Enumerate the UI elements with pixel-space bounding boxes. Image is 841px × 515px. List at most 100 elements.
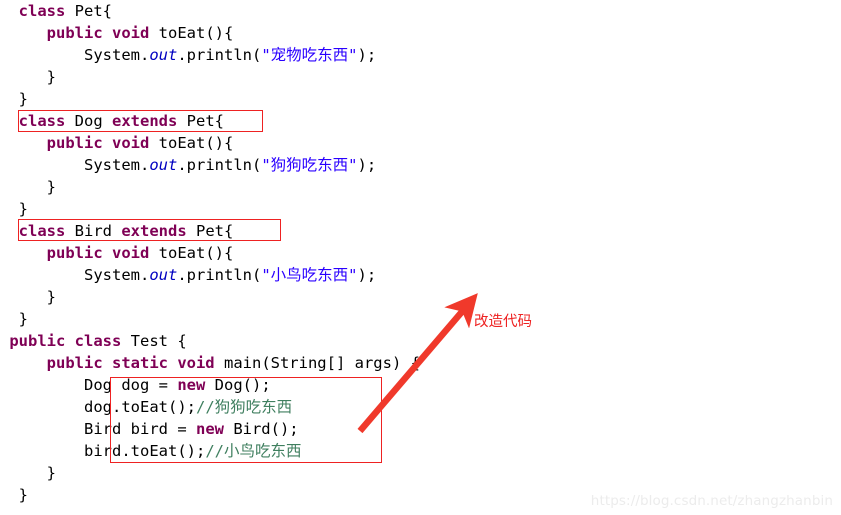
code-token-plain: Bird();	[223, 420, 299, 438]
code-token-kw: public class	[9, 332, 122, 350]
code-line: class Pet{	[0, 0, 841, 22]
code-line: dog.toEat();//狗狗吃东西	[0, 396, 841, 418]
code-token-plain: }	[46, 288, 57, 306]
annotation-label: 改造代码	[474, 314, 532, 330]
code-token-plain: }	[46, 68, 57, 86]
code-line: Bird bird = new Bird();	[0, 418, 841, 440]
code-token-plain: .println(	[177, 156, 262, 174]
code-token-plain: dog.toEat();	[84, 398, 196, 416]
code-token-kw: class	[18, 112, 66, 130]
code-token-plain: main(String[] args) {	[214, 354, 420, 372]
code-line: System.out.println("宠物吃东西");	[0, 44, 841, 66]
code-token-kw: class	[18, 2, 66, 20]
code-token-plain: }	[18, 200, 29, 218]
code-token-plain: bird.toEat();	[84, 442, 206, 460]
code-token-plain: Bird bird =	[84, 420, 196, 438]
code-token-plain: }	[18, 310, 29, 328]
code-token-plain: );	[357, 266, 377, 284]
code-line: }	[0, 462, 841, 484]
code-line: }	[0, 88, 841, 110]
code-token-kw: public void	[46, 134, 150, 152]
code-token-plain: toEat(){	[149, 134, 234, 152]
code-token-str: "狗狗吃东西"	[261, 156, 358, 174]
code-token-plain: Pet{	[177, 112, 225, 130]
code-token-kw: public void	[46, 24, 150, 42]
code-line: Dog dog = new Dog();	[0, 374, 841, 396]
code-token-plain: toEat(){	[149, 244, 234, 262]
code-token-plain: Dog();	[205, 376, 271, 394]
code-line: class Dog extends Pet{	[0, 110, 841, 132]
code-screenshot: class Pet{ public void toEat(){ System.o…	[0, 0, 841, 515]
code-line: bird.toEat();//小鸟吃东西	[0, 440, 841, 462]
code-token-plain: }	[46, 178, 57, 196]
code-token-kw: public void	[46, 244, 150, 262]
code-token-plain: .println(	[177, 266, 262, 284]
code-token-cmt: //狗狗吃东西	[195, 398, 293, 416]
code-token-kw: new	[195, 420, 224, 438]
code-token-plain: }	[18, 486, 29, 504]
code-token-kw: new	[177, 376, 206, 394]
code-token-str: "宠物吃东西"	[261, 46, 358, 64]
code-line: public class Test {	[0, 330, 841, 352]
code-token-fld: out	[149, 46, 178, 64]
code-token-plain: Dog dog =	[84, 376, 178, 394]
code-token-str: "小鸟吃东西"	[261, 266, 358, 284]
code-line: public void toEat(){	[0, 132, 841, 154]
code-token-cmt: //小鸟吃东西	[205, 442, 302, 460]
code-token-kw: public static void	[46, 354, 215, 372]
code-token-plain: Pet{	[186, 222, 234, 240]
code-line: }	[0, 308, 841, 330]
code-line: System.out.println("小鸟吃东西");	[0, 264, 841, 286]
code-line: }	[0, 286, 841, 308]
code-token-kw: extends	[121, 222, 187, 240]
code-token-plain: toEat(){	[149, 24, 234, 42]
code-token-plain: );	[357, 46, 377, 64]
watermark-text: https://blog.csdn.net/zhangzhanbin	[590, 493, 833, 509]
code-line: class Bird extends Pet{	[0, 220, 841, 242]
code-token-plain: Bird	[65, 222, 122, 240]
code-token-plain: );	[357, 156, 377, 174]
code-token-plain: }	[18, 90, 29, 108]
code-line: }	[0, 176, 841, 198]
code-line: public void toEat(){	[0, 242, 841, 264]
code-line: }	[0, 66, 841, 88]
code-block: class Pet{ public void toEat(){ System.o…	[0, 0, 841, 506]
code-token-plain: Dog	[65, 112, 113, 130]
code-token-kw: extends	[112, 112, 178, 130]
code-line: public static void main(String[] args) {	[0, 352, 841, 374]
code-token-fld: out	[149, 266, 178, 284]
code-token-kw: class	[18, 222, 66, 240]
code-token-plain: System.	[84, 156, 150, 174]
code-line: System.out.println("狗狗吃东西");	[0, 154, 841, 176]
code-token-plain: Pet{	[65, 2, 113, 20]
code-token-plain: }	[46, 464, 57, 482]
code-token-plain: Test {	[121, 332, 187, 350]
code-line: public void toEat(){	[0, 22, 841, 44]
code-token-plain: .println(	[177, 46, 262, 64]
code-token-plain: System.	[84, 46, 150, 64]
code-token-fld: out	[149, 156, 178, 174]
code-token-plain: System.	[84, 266, 150, 284]
